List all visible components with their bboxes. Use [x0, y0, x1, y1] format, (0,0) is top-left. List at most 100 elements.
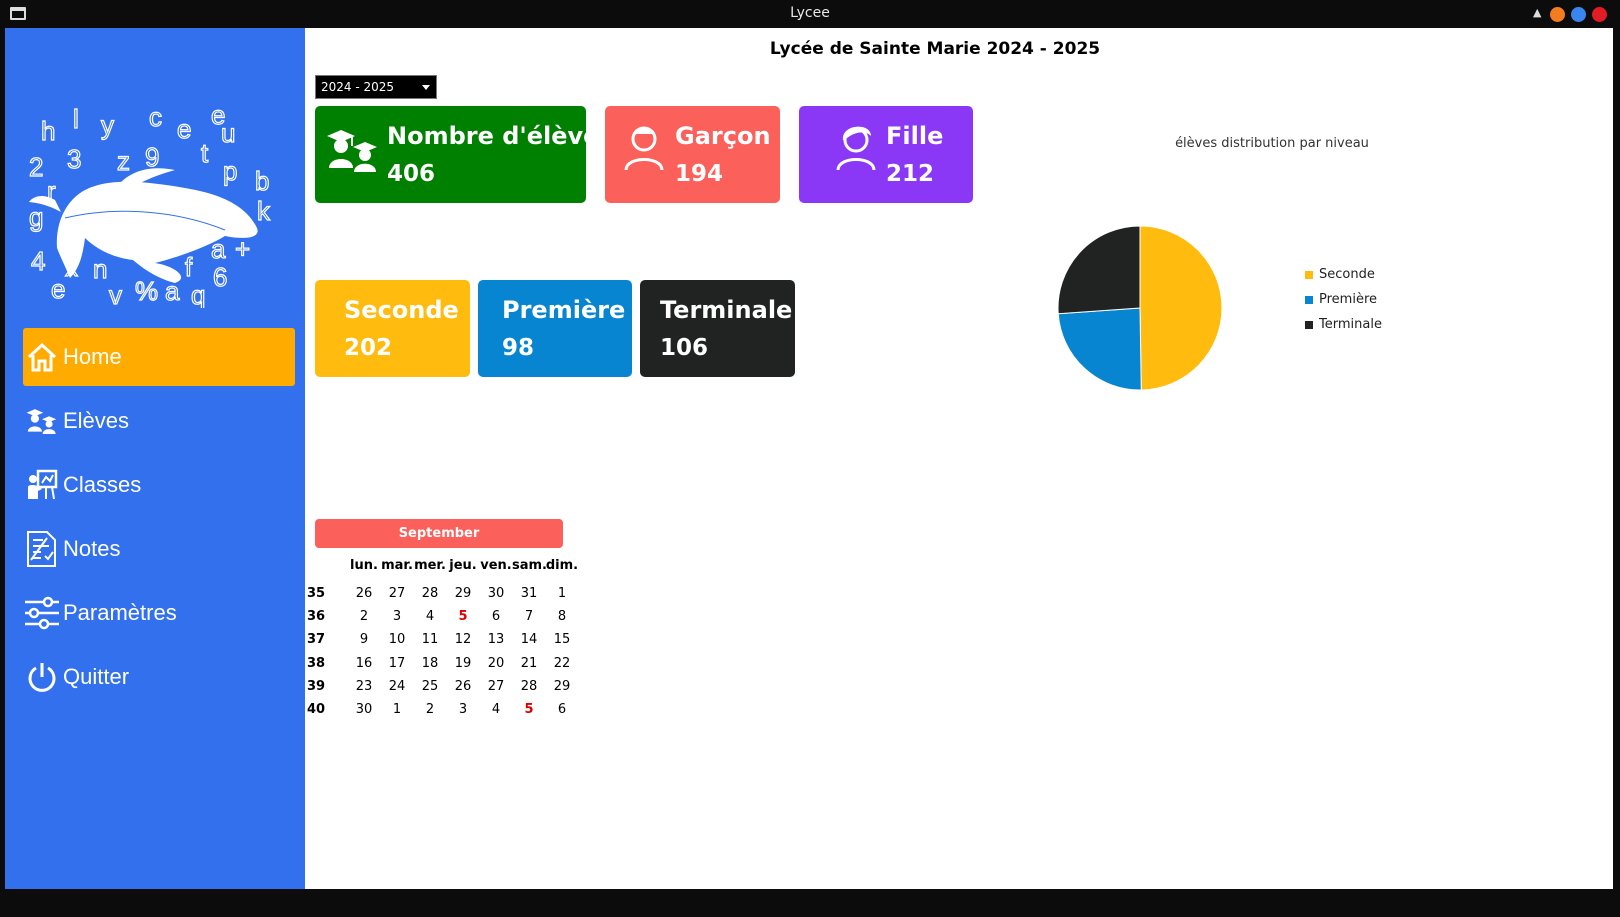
year-select-value: 2024 - 2025 [321, 80, 395, 94]
legend-swatch [1305, 295, 1313, 304]
main-content: Lycée de Sainte Marie 2024 - 2025 2024 -… [305, 28, 1613, 889]
calendar-day[interactable]: 8 [545, 609, 579, 624]
close-button[interactable] [1592, 7, 1607, 22]
logo-letter: e [177, 114, 191, 144]
calendar-day[interactable]: 25 [413, 679, 447, 694]
calendar-day[interactable]: 4 [479, 702, 513, 717]
chart-title: élèves distribution par niveau [1175, 136, 1369, 151]
calendar-day[interactable]: 1 [380, 702, 414, 717]
calendar-day[interactable]: 5 [512, 702, 546, 717]
girls-label: Fille [886, 122, 944, 150]
calendar-day[interactable]: 24 [380, 679, 414, 694]
logo-letter: e [51, 274, 65, 304]
power-icon [23, 658, 61, 696]
sidebar-item-classes[interactable]: Classes [23, 456, 295, 514]
logo-letter: y [101, 110, 114, 140]
logo-letter: % [135, 276, 158, 306]
calendar-day[interactable]: 5 [446, 609, 480, 624]
calendar-day[interactable]: 26 [347, 586, 381, 601]
calendar-day[interactable]: 17 [380, 656, 414, 671]
calendar-day[interactable]: 22 [545, 656, 579, 671]
sidebar-item-label: Elèves [63, 408, 130, 433]
terminale-value: 106 [660, 335, 709, 361]
calendar-day[interactable]: 11 [413, 632, 447, 647]
sidebar-item-quitter[interactable]: Quitter [23, 648, 295, 706]
calendar-day[interactable]: 29 [446, 586, 480, 601]
calendar-day-name: sam. [512, 558, 547, 573]
calendar-day[interactable]: 26 [446, 679, 480, 694]
calendar-day[interactable]: 20 [479, 656, 513, 671]
calendar-day[interactable]: 15 [545, 632, 579, 647]
pie-slice-2 [1057, 225, 1141, 315]
sidebar-item-home[interactable]: Home [23, 328, 295, 386]
sidebar-item-label: Classes [63, 472, 142, 497]
calendar-day[interactable]: 6 [479, 609, 513, 624]
calendar-day[interactable]: 2 [347, 609, 381, 624]
total-students-card: Nombre d'élèves 406 [315, 106, 614, 203]
maximize-button[interactable] [1571, 7, 1586, 22]
calendar-day[interactable]: 6 [545, 702, 579, 717]
calendar-day[interactable]: 3 [380, 609, 414, 624]
seconde-card: Seconde 202 [315, 280, 470, 377]
logo-letter: c [149, 102, 162, 132]
calendar-day[interactable]: 23 [347, 679, 381, 694]
calendar-day[interactable]: 12 [446, 632, 480, 647]
chevron-down-icon [422, 85, 430, 90]
calendar-day-name: mer. [414, 558, 446, 573]
premiere-card: Première 98 [478, 280, 632, 377]
terminale-label: Terminale [660, 296, 793, 324]
calendar-day[interactable]: 30 [347, 702, 381, 717]
sidebar-item-eleves[interactable]: Elèves [23, 392, 295, 450]
legend-label: Seconde [1319, 267, 1375, 282]
logo-letter: 4 [31, 246, 45, 276]
calendar-day[interactable]: 18 [413, 656, 447, 671]
calendar-day[interactable]: 27 [479, 679, 513, 694]
calendar-day[interactable]: 28 [512, 679, 546, 694]
calendar-day[interactable]: 10 [380, 632, 414, 647]
calendar-week-number: 39 [306, 678, 326, 694]
logo-letter: p [223, 156, 237, 186]
seconde-value: 202 [344, 335, 393, 361]
logo-letter: h [41, 116, 55, 146]
sidebar: h l y c e e u 2 3 z 9 t p b r k g r b a +4 x n f 6 e v% a q Home Elèv… [5, 28, 305, 889]
calendar-day-name: dim. [545, 558, 579, 573]
calendar-month-header[interactable]: September [315, 519, 563, 548]
calendar-day[interactable]: 19 [446, 656, 480, 671]
sidebar-item-notes[interactable]: Notes [23, 520, 295, 578]
logo-letter: v [109, 280, 122, 308]
calendar-day[interactable]: 3 [446, 702, 480, 717]
calendar-day[interactable]: 14 [512, 632, 546, 647]
minimize-button[interactable] [1550, 7, 1565, 22]
calendar-day[interactable]: 1 [545, 586, 579, 601]
logo-letter: a [211, 234, 226, 264]
legend-label: Première [1319, 292, 1377, 307]
calendar-day[interactable]: 21 [512, 656, 546, 671]
calendar-day[interactable]: 31 [512, 586, 546, 601]
logo-letter: g [29, 202, 43, 232]
sidebar-item-parametres[interactable]: Paramètres [23, 584, 295, 642]
calendar-day[interactable]: 16 [347, 656, 381, 671]
calendar-day[interactable]: 2 [413, 702, 447, 717]
calendar-day[interactable]: 30 [479, 586, 513, 601]
calendar-day[interactable]: 9 [347, 632, 381, 647]
calendar-day[interactable]: 7 [512, 609, 546, 624]
calendar-week-number: 37 [306, 632, 326, 648]
teacher-board-icon [23, 466, 61, 504]
year-select[interactable]: 2024 - 2025 [315, 75, 437, 99]
notes-document-icon [23, 530, 61, 568]
calendar-week-number: 40 [306, 702, 326, 717]
keep-above-icon[interactable]: ▲ [1533, 6, 1541, 19]
students-icon [23, 402, 61, 440]
calendar-week-number: 38 [306, 655, 326, 671]
calendar-day[interactable]: 4 [413, 609, 447, 624]
logo-letter: 2 [29, 152, 43, 182]
students-icon [327, 130, 377, 172]
calendar-day[interactable]: 28 [413, 586, 447, 601]
calendar-day[interactable]: 13 [479, 632, 513, 647]
legend-swatch [1305, 320, 1313, 329]
boys-value: 194 [675, 161, 724, 187]
calendar-day[interactable]: 29 [545, 679, 579, 694]
calendar-day[interactable]: 27 [380, 586, 414, 601]
pie-slice-1 [1057, 307, 1142, 391]
logo-letter: 9 [145, 142, 159, 172]
